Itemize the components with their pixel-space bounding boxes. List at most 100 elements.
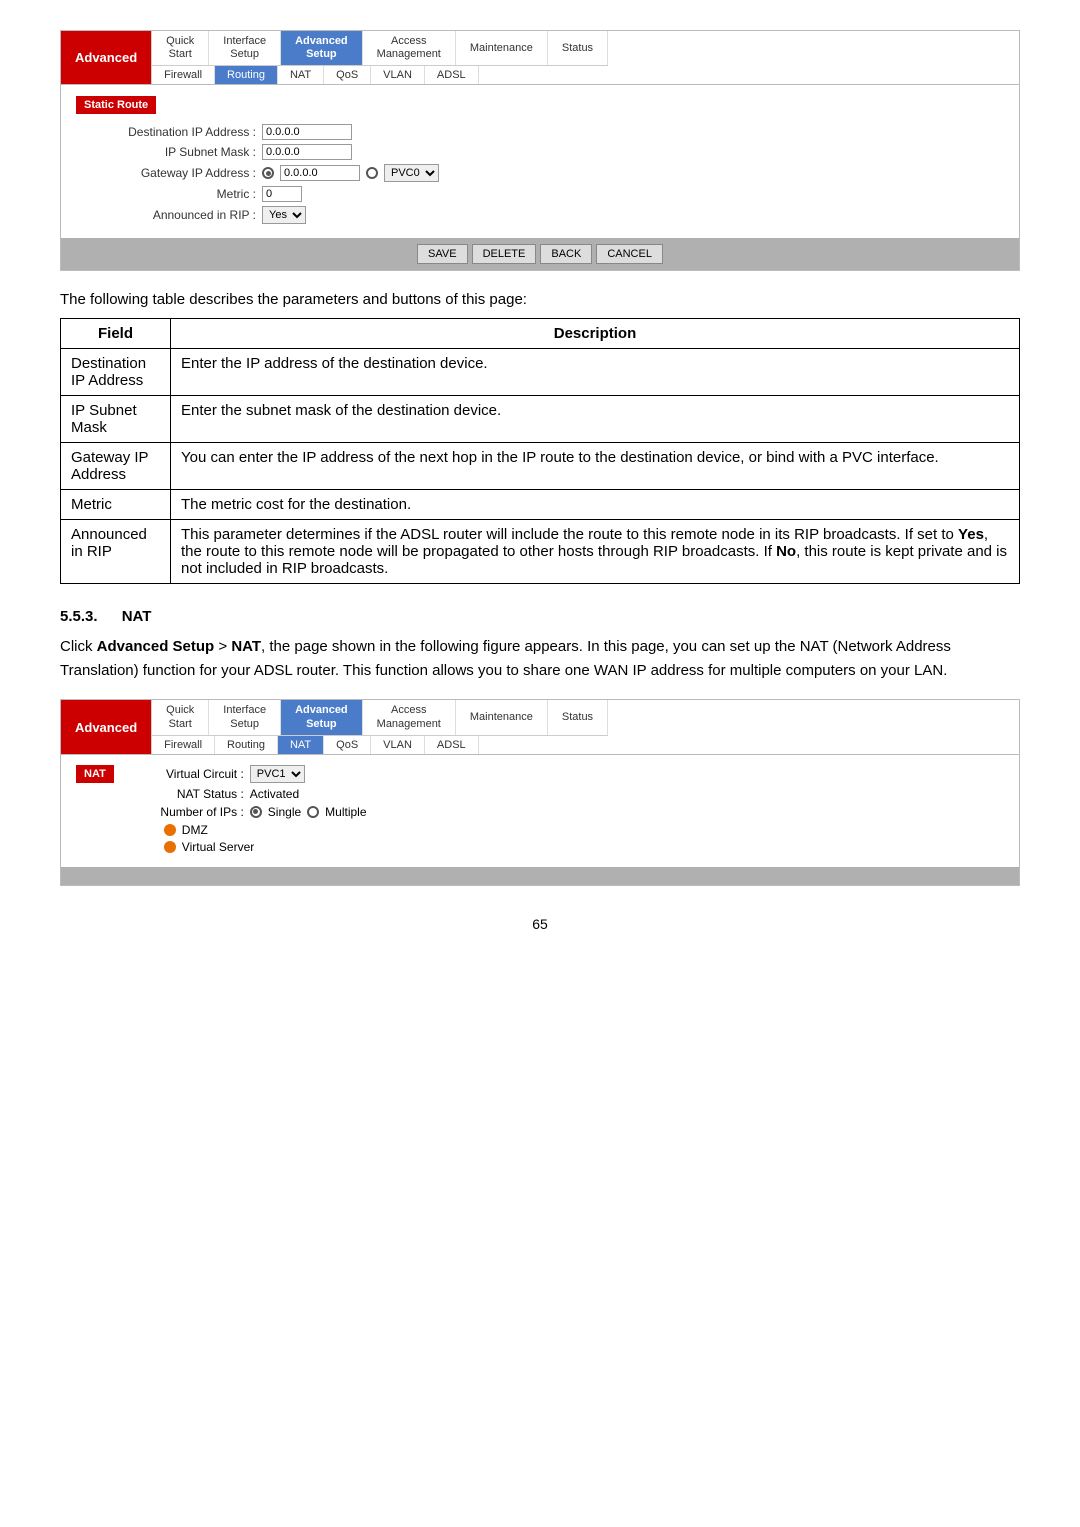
nav-quick-start[interactable]: QuickStart <box>152 31 209 65</box>
subnet-mask-row: IP Subnet Mask : <box>96 144 1004 160</box>
field-metric: Metric <box>61 490 171 520</box>
table-row: Gateway IPAddress You can enter the IP a… <box>61 443 1020 490</box>
metric-row: Metric : <box>96 186 1004 202</box>
desc-destination: Enter the IP address of the destination … <box>171 349 1020 396</box>
field-gateway: Gateway IPAddress <box>61 443 171 490</box>
dest-ip-label: Destination IP Address : <box>96 125 256 139</box>
nav-group-1: QuickStart InterfaceSetup AdvancedSetup … <box>151 31 608 84</box>
save-button[interactable]: SAVE <box>417 244 468 264</box>
section-label-2: NAT <box>76 765 114 783</box>
section-number: 5.5.3. <box>60 608 98 625</box>
nav-top-2: Advanced QuickStart InterfaceSetup Advan… <box>61 700 1019 754</box>
nav2-qos[interactable]: QoS <box>324 736 371 754</box>
nav-bottom-row-1: Firewall Routing NAT QoS VLAN ADSL <box>152 65 608 84</box>
virtual-server-item[interactable]: Virtual Server <box>164 840 367 854</box>
nav2-access-mgmt[interactable]: AccessManagement <box>363 700 456 734</box>
desc-table: Field Description DestinationIP Address … <box>60 318 1020 584</box>
desc-metric: The metric cost for the destination. <box>171 490 1020 520</box>
router-panel-1: Advanced QuickStart InterfaceSetup Advan… <box>60 30 1020 271</box>
nav2-adsl[interactable]: ADSL <box>425 736 479 754</box>
cancel-button[interactable]: CANCEL <box>596 244 663 264</box>
nav-advanced-setup[interactable]: AdvancedSetup <box>281 31 363 65</box>
multiple-label: Multiple <box>325 805 366 819</box>
gateway-radio-pvc[interactable] <box>366 167 378 179</box>
virtual-server-label: Virtual Server <box>182 840 254 854</box>
col-header-field: Field <box>61 319 171 349</box>
back-button[interactable]: BACK <box>540 244 592 264</box>
section-label-1: Static Route <box>76 96 156 114</box>
announced-label: Announced in RIP : <box>96 208 256 222</box>
gateway-ip-row: Gateway IP Address : PVC0 PVC1 <box>96 164 1004 182</box>
nav2-vlan[interactable]: VLAN <box>371 736 425 754</box>
page-number: 65 <box>60 916 1020 932</box>
nav-nat[interactable]: NAT <box>278 66 324 84</box>
num-ips-label: Number of IPs : <box>134 805 244 819</box>
nav-top-row-2: QuickStart InterfaceSetup AdvancedSetup … <box>152 700 608 734</box>
nav2-quick-start[interactable]: QuickStart <box>152 700 209 734</box>
table-row: Metric The metric cost for the destinati… <box>61 490 1020 520</box>
nav-top-row-1: QuickStart InterfaceSetup AdvancedSetup … <box>152 31 608 65</box>
nat-status-row: NAT Status : Activated <box>134 787 367 801</box>
table-row: DestinationIP Address Enter the IP addre… <box>61 349 1020 396</box>
announced-row: Announced in RIP : Yes No <box>96 206 1004 224</box>
section-553-heading: 5.5.3. NAT <box>60 608 1020 625</box>
nav2-status[interactable]: Status <box>548 700 608 734</box>
virtual-circuit-row: Virtual Circuit : PVC1 PVC0 <box>134 765 367 783</box>
nav-vlan[interactable]: VLAN <box>371 66 425 84</box>
desc-announced: This parameter determines if the ADSL ro… <box>171 520 1020 584</box>
body-text-nat: Click Advanced Setup > NAT, the page sho… <box>60 635 1020 683</box>
button-bar-1: SAVE DELETE BACK CANCEL <box>61 238 1019 270</box>
nav-top-1: Advanced QuickStart InterfaceSetup Advan… <box>61 31 1019 85</box>
dmz-dot <box>164 824 176 836</box>
single-label: Single <box>268 805 301 819</box>
gateway-ip-input[interactable] <box>280 165 360 181</box>
field-destination: DestinationIP Address <box>61 349 171 396</box>
nav2-nat[interactable]: NAT <box>278 736 324 754</box>
nav-access-mgmt[interactable]: AccessManagement <box>363 31 456 65</box>
dest-ip-row: Destination IP Address : <box>96 124 1004 140</box>
gateway-pvc-select[interactable]: PVC0 PVC1 <box>384 164 439 182</box>
field-subnet: IP SubnetMask <box>61 396 171 443</box>
gateway-radio-selected[interactable] <box>262 167 274 179</box>
nav2-firewall[interactable]: Firewall <box>152 736 215 754</box>
nav-bottom-row-2: Firewall Routing NAT QoS VLAN ADSL <box>152 735 608 754</box>
brand-2: Advanced <box>61 700 151 753</box>
nav-status[interactable]: Status <box>548 31 608 65</box>
dmz-item[interactable]: DMZ <box>164 823 367 837</box>
subnet-mask-input[interactable] <box>262 144 352 160</box>
nav2-maintenance[interactable]: Maintenance <box>456 700 548 734</box>
section-title: NAT <box>122 608 152 625</box>
delete-button[interactable]: DELETE <box>472 244 537 264</box>
num-ips-row: Number of IPs : Single Multiple <box>134 805 367 819</box>
virtual-circuit-select[interactable]: PVC1 PVC0 <box>250 765 305 783</box>
nav2-advanced-setup[interactable]: AdvancedSetup <box>281 700 363 734</box>
nat-form: Virtual Circuit : PVC1 PVC0 NAT Status :… <box>134 765 367 857</box>
dest-ip-input[interactable] <box>262 124 352 140</box>
nav-firewall[interactable]: Firewall <box>152 66 215 84</box>
brand-1: Advanced <box>61 31 151 84</box>
multiple-radio[interactable] <box>307 806 319 818</box>
table-row: Announcedin RIP This parameter determine… <box>61 520 1020 584</box>
nat-status-label: NAT Status : <box>134 787 244 801</box>
nav2-interface-setup[interactable]: InterfaceSetup <box>209 700 281 734</box>
nav-qos[interactable]: QoS <box>324 66 371 84</box>
nav-adsl[interactable]: ADSL <box>425 66 479 84</box>
nat-status-value: Activated <box>250 787 299 801</box>
announced-select[interactable]: Yes No <box>262 206 306 224</box>
nav-routing[interactable]: Routing <box>215 66 278 84</box>
virtual-circuit-label: Virtual Circuit : <box>134 767 244 781</box>
metric-input[interactable] <box>262 186 302 202</box>
dmz-label: DMZ <box>182 823 208 837</box>
desc-subnet: Enter the subnet mask of the destination… <box>171 396 1020 443</box>
desc-gateway: You can enter the IP address of the next… <box>171 443 1020 490</box>
subnet-mask-label: IP Subnet Mask : <box>96 145 256 159</box>
num-ips-radio-group: Single Multiple <box>250 805 367 819</box>
nav-maintenance[interactable]: Maintenance <box>456 31 548 65</box>
panel1-content: Static Route Destination IP Address : IP… <box>61 85 1019 238</box>
nav2-routing[interactable]: Routing <box>215 736 278 754</box>
col-header-desc: Description <box>171 319 1020 349</box>
gateway-radio-group: PVC0 PVC1 <box>262 164 439 182</box>
single-radio[interactable] <box>250 806 262 818</box>
nav-group-2: QuickStart InterfaceSetup AdvancedSetup … <box>151 700 608 753</box>
nav-interface-setup[interactable]: InterfaceSetup <box>209 31 281 65</box>
